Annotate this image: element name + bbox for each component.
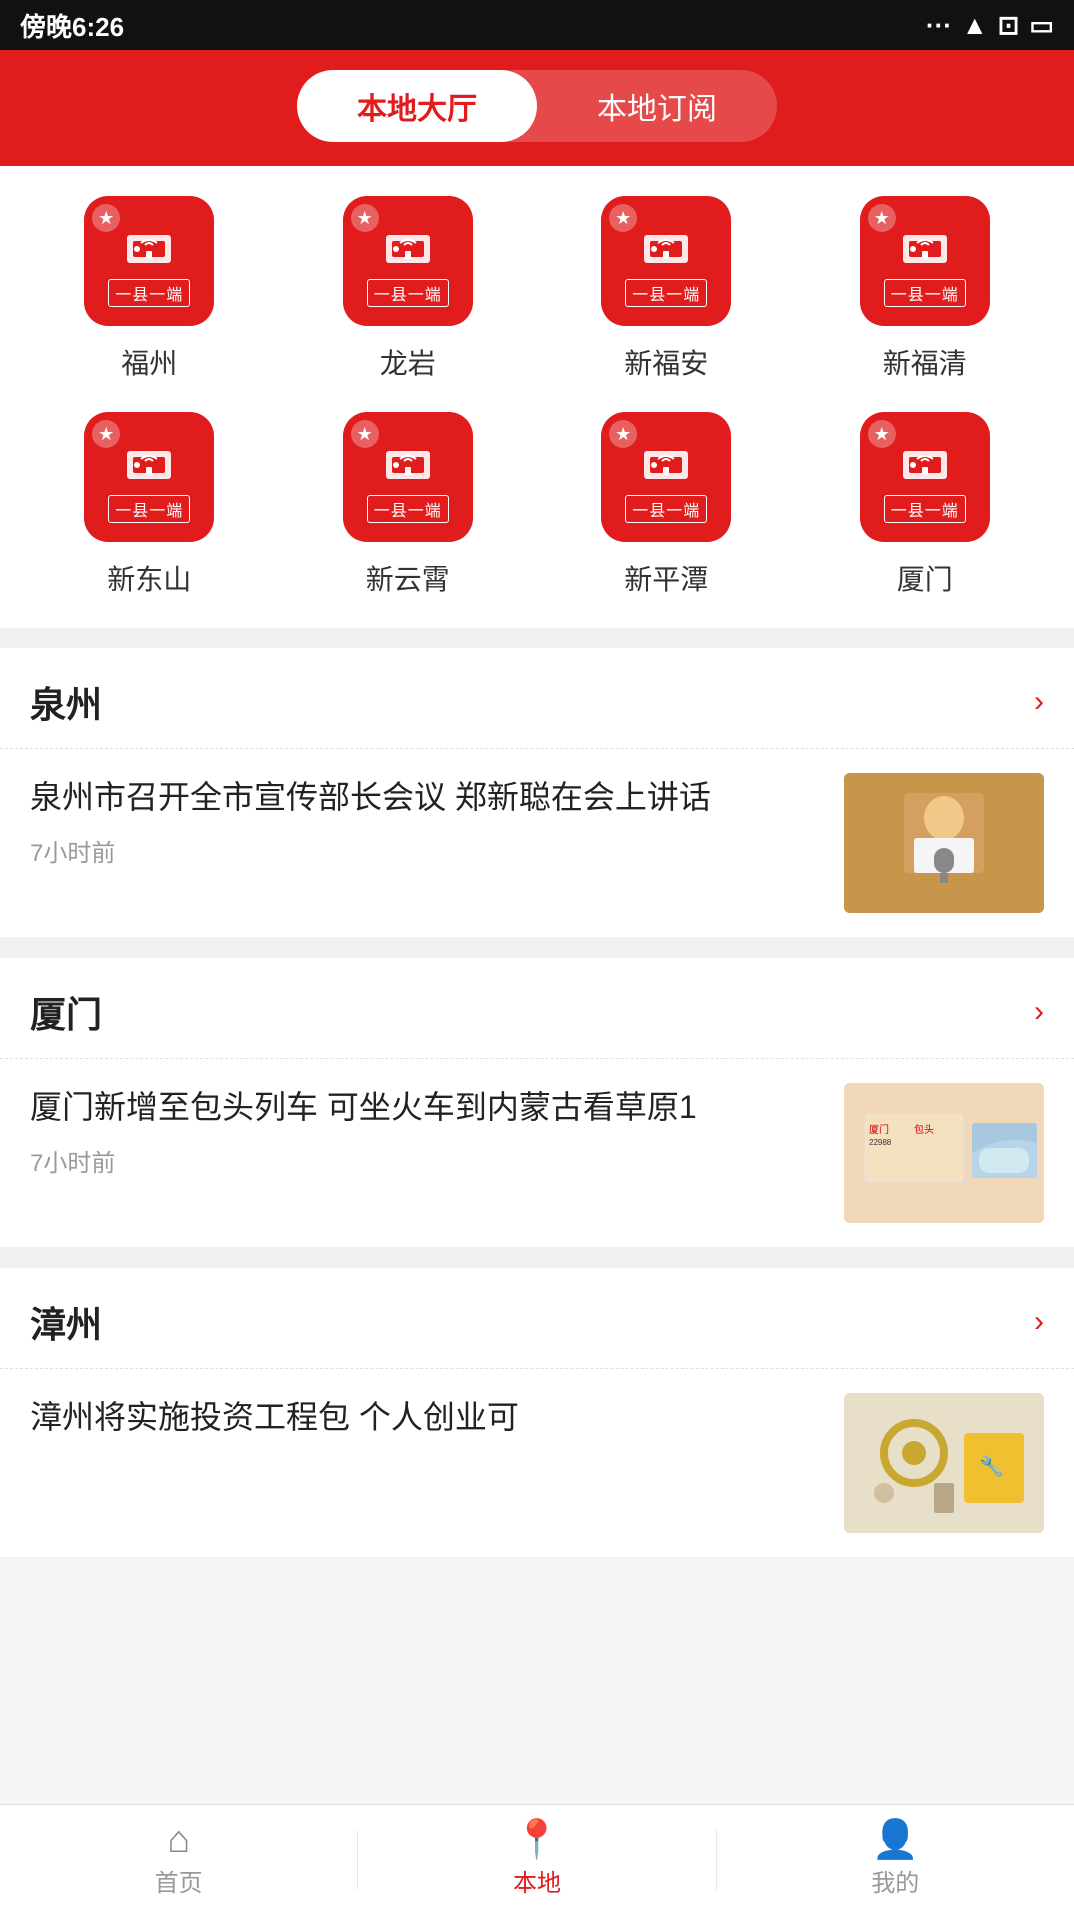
grid-item-xinpingtan[interactable]: ★ 一县一端 新平潭 [556,412,776,598]
news-section-zhangzhou: 漳州 › 漳州将实施投资工程包 个人创业可 🔧 [0,1268,1074,1558]
person-icon: 👤 [872,1821,919,1859]
label-xinfuan: 新福安 [624,342,708,382]
city-title-quanzhou: 泉州 [30,676,102,728]
nav-item-home[interactable]: ⌂ 首页 [0,1805,357,1914]
nav-item-mine[interactable]: 👤 我的 [717,1805,1074,1914]
section-divider-2 [0,938,1074,958]
grid-row-2: ★ 一县一端 新东山 [20,412,1054,598]
nav-label-local: 本地 [513,1863,561,1898]
chevron-right-quanzhou: › [1034,685,1044,719]
tab-local-subscribe[interactable]: 本地订阅 [537,70,777,142]
tab-local-hall[interactable]: 本地大厅 [297,70,537,142]
star-badge-7: ★ [609,420,637,448]
nav-item-local[interactable]: 📍 本地 [358,1805,715,1914]
news-section-quanzhou: 泉州 › 泉州市召开全市宣传部长会议 郑新聪在会上讲话 7小时前 [0,648,1074,938]
news-text-zhangzhou: 漳州将实施投资工程包 个人创业可 [30,1393,820,1453]
status-icons: ··· ▲ ⊡ ▭ [926,10,1054,41]
tab-toggle: 本地大厅 本地订阅 [297,70,777,142]
grid-icon-xiamen: ★ 一县一端 [860,412,990,542]
news-title-quanzhou: 泉州市召开全市宣传部长会议 郑新聪在会上讲话 [30,773,820,821]
star-badge-6: ★ [351,420,379,448]
grid-row-1: ★ 一县一端 福州 [20,196,1054,382]
badge-xinfuqing: 一县一端 [884,279,966,307]
star-badge-8: ★ [868,420,896,448]
battery-icon: ▭ [1029,10,1054,41]
grid-item-longyan[interactable]: ★ 一县一端 龙岩 [298,196,518,382]
star-badge-4: ★ [868,204,896,232]
grid-item-xiamen[interactable]: ★ 一县一端 厦门 [815,412,1035,598]
star-badge-2: ★ [351,204,379,232]
chevron-right-zhangzhou: › [1034,1305,1044,1339]
label-xinpingtan: 新平潭 [624,558,708,598]
news-article-xiamen[interactable]: 厦门新增至包头列车 可坐火车到内蒙古看草原1 7小时前 厦门 22988 包头 [0,1059,1074,1248]
news-text-xiamen: 厦门新增至包头列车 可坐火车到内蒙古看草原1 7小时前 [30,1083,820,1178]
grid-item-xinfuqing[interactable]: ★ 一县一端 新福清 [815,196,1035,382]
news-title-xiamen: 厦门新增至包头列车 可坐火车到内蒙古看草原1 [30,1083,820,1131]
grid-item-xinyunxiao[interactable]: ★ 一县一端 新云霄 [298,412,518,598]
star-badge: ★ [92,204,120,232]
home-icon: ⌂ [167,1821,190,1859]
wifi-icon: ▲ [962,10,988,41]
label-xinyunxiao: 新云霄 [366,558,450,598]
news-header-xiamen[interactable]: 厦门 › [0,958,1074,1059]
section-divider-3 [0,1248,1074,1268]
location-icon: 📍 [513,1821,560,1859]
news-title-zhangzhou: 漳州将实施投资工程包 个人创业可 [30,1393,820,1441]
news-thumb-xiamen: 厦门 22988 包头 [844,1083,1044,1223]
grid-item-fuzhou[interactable]: ★ 一县一端 福州 [39,196,259,382]
news-time-xiamen: 7小时前 [30,1143,820,1178]
news-time-quanzhou: 7小时前 [30,833,820,868]
label-fuzhou: 福州 [121,342,177,382]
status-bar: 傍晚6:26 ··· ▲ ⊡ ▭ [0,0,1074,50]
label-xinfuqing: 新福清 [883,342,967,382]
grid-icon-xindongshan: ★ 一县一端 [84,412,214,542]
top-header: 本地大厅 本地订阅 [0,50,1074,166]
news-section-xiamen: 厦门 › 厦门新增至包头列车 可坐火车到内蒙古看草原1 7小时前 厦门 2298… [0,958,1074,1248]
svg-text:包头: 包头 [914,1123,934,1136]
news-article-zhangzhou[interactable]: 漳州将实施投资工程包 个人创业可 🔧 [0,1369,1074,1558]
svg-text:22988: 22988 [869,1138,892,1147]
nav-label-home: 首页 [155,1863,203,1898]
sim-icon: ⊡ [998,10,1020,41]
signal-icon: ··· [926,10,952,41]
badge-fuzhou: 一县一端 [108,279,190,307]
nav-label-mine: 我的 [871,1863,919,1898]
news-header-quanzhou[interactable]: 泉州 › [0,648,1074,749]
star-badge-3: ★ [609,204,637,232]
label-xindongshan: 新东山 [107,558,191,598]
badge-xinyunxiao: 一县一端 [367,495,449,523]
app-grid-section: ★ 一县一端 福州 [0,166,1074,628]
news-header-zhangzhou[interactable]: 漳州 › [0,1268,1074,1369]
section-divider-1 [0,628,1074,648]
status-time: 傍晚6:26 [20,7,124,44]
label-xiamen: 厦门 [897,558,953,598]
grid-item-xinfuan[interactable]: ★ 一县一端 新福安 [556,196,776,382]
city-title-xiamen: 厦门 [30,986,102,1038]
grid-item-xindongshan[interactable]: ★ 一县一端 新东山 [39,412,259,598]
city-title-zhangzhou: 漳州 [30,1296,102,1348]
grid-icon-xinpingtan: ★ 一县一端 [601,412,731,542]
svg-text:🔧: 🔧 [979,1454,1004,1478]
badge-xinpingtan: 一县一端 [625,495,707,523]
bottom-nav: ⌂ 首页 📍 本地 👤 我的 [0,1804,1074,1914]
badge-xindongshan: 一县一端 [108,495,190,523]
badge-xinfuan: 一县一端 [625,279,707,307]
star-badge-5: ★ [92,420,120,448]
badge-xiamen: 一县一端 [884,495,966,523]
news-article-quanzhou[interactable]: 泉州市召开全市宣传部长会议 郑新聪在会上讲话 7小时前 [0,749,1074,938]
grid-icon-xinfuqing: ★ 一县一端 [860,196,990,326]
svg-text:厦门: 厦门 [869,1123,889,1136]
grid-icon-longyan: ★ 一县一端 [343,196,473,326]
grid-icon-xinyunxiao: ★ 一县一端 [343,412,473,542]
news-text-quanzhou: 泉州市召开全市宣传部长会议 郑新聪在会上讲话 7小时前 [30,773,820,868]
grid-icon-fuzhou: ★ 一县一端 [84,196,214,326]
chevron-right-xiamen: › [1034,995,1044,1029]
news-thumb-quanzhou [844,773,1044,913]
news-thumb-zhangzhou: 🔧 [844,1393,1044,1533]
label-longyan: 龙岩 [380,342,436,382]
badge-longyan: 一县一端 [367,279,449,307]
grid-icon-xinfuan: ★ 一县一端 [601,196,731,326]
